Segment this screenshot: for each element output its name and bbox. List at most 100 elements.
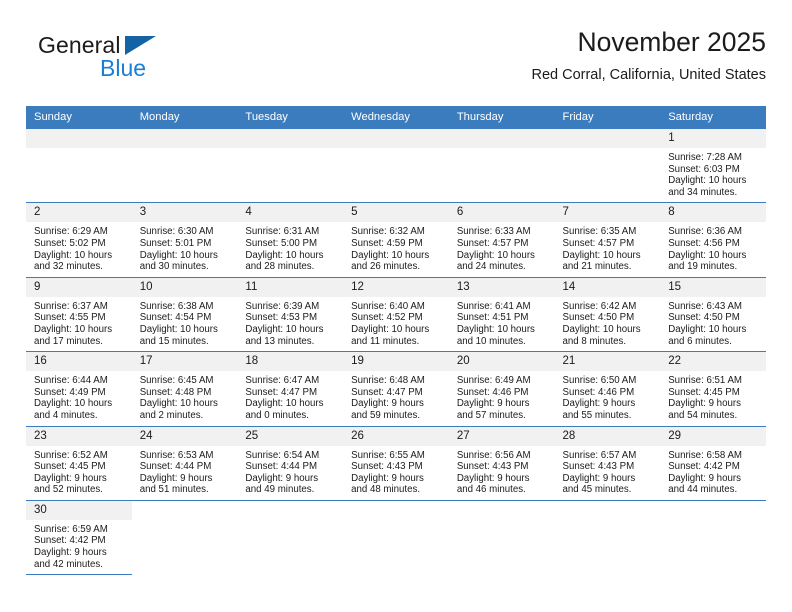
calendar-day-cell[interactable]: 21 Sunrise: 6:50 AM Sunset: 4:46 PM Dayligh… xyxy=(554,351,661,427)
calendar-day-cell[interactable]: 7 Sunrise: 6:35 AM Sunset: 4:57 PM Daylight… xyxy=(554,202,661,278)
calendar-week-row: 30 Sunrise: 6:59 AM Sunset: 4:42 PM Dayligh… xyxy=(26,500,766,576)
calendar-empty-cell xyxy=(448,129,555,204)
day-number: 18 xyxy=(237,352,344,372)
day-number: 7 xyxy=(554,203,661,223)
day-number: 14 xyxy=(554,277,661,297)
calendar-day-cell[interactable]: 28 Sunrise: 6:57 AM Sunset: 4:43 PM Dayligh… xyxy=(554,426,661,501)
calendar-day-cell[interactable]: 14 Sunrise: 6:42 AM Sunset: 4:50 PM Dayligh… xyxy=(554,277,661,353)
sunrise-sunset-calendar: Sunday Monday Tuesday Wednesday Thursday… xyxy=(26,106,766,576)
sunset-time: Sunset: 6:03 PM xyxy=(668,163,740,175)
calendar-day-cell[interactable]: 6 Sunrise: 6:33 AM Sunset: 4:57 PM Daylight… xyxy=(448,202,555,278)
calendar-week-row: 2 Sunrise: 6:29 AM Sunset: 5:02 PM Daylight… xyxy=(26,202,766,278)
daylight-duration-line1: Daylight: 9 hours xyxy=(562,398,636,410)
day-number: 15 xyxy=(660,277,766,297)
calendar-day-cell[interactable]: 8 Sunrise: 6:36 AM Sunset: 4:56 PM Daylight… xyxy=(660,202,766,278)
day-number: 13 xyxy=(448,277,555,297)
daylight-duration-line2: and 48 minutes. xyxy=(351,484,421,496)
calendar-empty-cell xyxy=(237,500,343,574)
day-details: Sunrise: 6:29 AM Sunset: 5:02 PM Daylight:… xyxy=(26,222,132,276)
general-blue-logo[interactable]: General Blue xyxy=(38,32,238,90)
calendar-day-cell[interactable]: 23 Sunrise: 6:52 AM Sunset: 4:45 PM Dayligh… xyxy=(26,426,132,501)
calendar-day-cell[interactable]: 30 Sunrise: 6:59 AM Sunset: 4:42 PM Dayligh… xyxy=(26,500,132,576)
calendar-day-cell[interactable]: 18 Sunrise: 6:47 AM Sunset: 4:47 PM Dayligh… xyxy=(237,351,344,427)
day-details: Sunrise: 6:40 AM Sunset: 4:52 PM Daylight:… xyxy=(343,297,449,351)
calendar-day-cell[interactable]: 16 Sunrise: 6:44 AM Sunset: 4:49 PM Dayligh… xyxy=(26,351,132,427)
daylight-duration-line2: and 54 minutes. xyxy=(668,409,738,421)
day-details: Sunrise: 6:32 AM Sunset: 4:59 PM Daylight:… xyxy=(343,222,449,276)
calendar-day-cell[interactable]: 13 Sunrise: 6:41 AM Sunset: 4:51 PM Dayligh… xyxy=(448,277,555,353)
daylight-duration-line1: Daylight: 10 hours xyxy=(139,323,218,335)
sunrise-time: Sunrise: 6:43 AM xyxy=(668,300,742,312)
calendar-day-cell[interactable]: 12 Sunrise: 6:40 AM Sunset: 4:52 PM Dayligh… xyxy=(343,277,449,353)
calendar-day-cell[interactable]: 1 Sunrise: 7:28 AM Sunset: 6:03 PM Daylight… xyxy=(660,129,766,204)
day-details: Sunrise: 6:42 AM Sunset: 4:50 PM Daylight:… xyxy=(555,297,661,351)
day-details: Sunrise: 6:33 AM Sunset: 4:57 PM Daylight:… xyxy=(449,222,555,276)
daylight-duration-line1: Daylight: 9 hours xyxy=(34,472,107,484)
title-block: November 2025 Red Corral, California, Un… xyxy=(531,27,766,83)
calendar-day-cell[interactable]: 20 Sunrise: 6:49 AM Sunset: 4:46 PM Dayligh… xyxy=(448,351,555,427)
daylight-duration-line1: Daylight: 10 hours xyxy=(245,249,324,261)
daylight-duration-line1: Daylight: 10 hours xyxy=(139,398,218,410)
daylight-duration-line2: and 21 minutes. xyxy=(562,261,632,273)
calendar-empty-cell xyxy=(449,500,555,574)
daylight-duration-line2: and 10 minutes. xyxy=(456,335,526,347)
calendar-day-cell[interactable]: 29 Sunrise: 6:58 AM Sunset: 4:42 PM Dayligh… xyxy=(660,426,766,501)
day-details xyxy=(449,148,555,156)
weekday-header-row: Sunday Monday Tuesday Wednesday Thursday… xyxy=(26,106,766,129)
daylight-duration-line1: Daylight: 10 hours xyxy=(668,175,747,187)
daylight-duration-line2: and 0 minutes. xyxy=(245,409,309,421)
day-details xyxy=(237,148,343,156)
sunrise-time: Sunrise: 6:29 AM xyxy=(34,226,108,238)
day-details xyxy=(343,148,449,156)
daylight-duration-line2: and 13 minutes. xyxy=(245,335,315,347)
daylight-duration-line2: and 44 minutes. xyxy=(668,484,738,496)
sunrise-time: Sunrise: 6:31 AM xyxy=(245,226,320,238)
calendar-day-cell[interactable]: 2 Sunrise: 6:29 AM Sunset: 5:02 PM Daylight… xyxy=(26,202,132,278)
day-details: Sunrise: 6:31 AM Sunset: 5:00 PM Daylight:… xyxy=(237,222,343,276)
day-number xyxy=(449,501,555,520)
day-details: Sunrise: 6:50 AM Sunset: 4:46 PM Daylight:… xyxy=(555,371,661,425)
column-header-friday: Friday xyxy=(554,106,661,129)
daylight-duration-line1: Daylight: 9 hours xyxy=(34,547,107,559)
calendar-day-cell[interactable]: 11 Sunrise: 6:39 AM Sunset: 4:53 PM Dayligh… xyxy=(237,277,344,353)
calendar-day-cell[interactable]: 9 Sunrise: 6:37 AM Sunset: 4:55 PM Daylight… xyxy=(26,277,132,353)
daylight-duration-line2: and 49 minutes. xyxy=(245,484,315,496)
sunrise-time: Sunrise: 6:53 AM xyxy=(139,449,214,461)
day-details: Sunrise: 6:37 AM Sunset: 4:55 PM Daylight:… xyxy=(26,297,132,351)
day-details: Sunrise: 6:36 AM Sunset: 4:56 PM Daylight:… xyxy=(660,222,766,276)
daylight-duration-line1: Daylight: 9 hours xyxy=(351,398,424,410)
daylight-duration-line2: and 52 minutes. xyxy=(34,484,103,496)
day-details: Sunrise: 6:30 AM Sunset: 5:01 PM Daylight:… xyxy=(132,222,238,276)
calendar-day-cell[interactable]: 17 Sunrise: 6:45 AM Sunset: 4:48 PM Dayligh… xyxy=(131,351,238,427)
sunset-time: Sunset: 4:48 PM xyxy=(139,386,212,398)
calendar-day-cell[interactable]: 27 Sunrise: 6:56 AM Sunset: 4:43 PM Dayligh… xyxy=(448,426,555,501)
sunset-time: Sunset: 4:51 PM xyxy=(456,312,529,324)
day-number: 21 xyxy=(554,352,661,372)
calendar-day-cell[interactable]: 10 Sunrise: 6:38 AM Sunset: 4:54 PM Dayligh… xyxy=(131,277,238,353)
daylight-duration-line2: and 19 minutes. xyxy=(668,261,738,273)
sunset-time: Sunset: 5:00 PM xyxy=(245,237,318,249)
sunset-time: Sunset: 4:45 PM xyxy=(34,461,106,473)
daylight-duration-line2: and 51 minutes. xyxy=(139,484,209,496)
calendar-day-cell[interactable]: 25 Sunrise: 6:54 AM Sunset: 4:44 PM Dayligh… xyxy=(237,426,344,501)
calendar-day-cell[interactable]: 26 Sunrise: 6:55 AM Sunset: 4:43 PM Dayligh… xyxy=(343,426,449,501)
column-header-wednesday: Wednesday xyxy=(343,106,449,129)
day-details: Sunrise: 6:38 AM Sunset: 4:54 PM Daylight:… xyxy=(132,297,238,351)
day-details xyxy=(343,520,449,528)
calendar-week-row: 16 Sunrise: 6:44 AM Sunset: 4:49 PM Dayligh… xyxy=(26,351,766,427)
day-number: 8 xyxy=(660,203,766,223)
calendar-day-cell[interactable]: 24 Sunrise: 6:53 AM Sunset: 4:44 PM Dayligh… xyxy=(131,426,238,501)
daylight-duration-line2: and 11 minutes. xyxy=(351,335,420,347)
calendar-day-cell[interactable]: 19 Sunrise: 6:48 AM Sunset: 4:47 PM Dayligh… xyxy=(343,351,449,427)
daylight-duration-line2: and 57 minutes. xyxy=(456,409,526,421)
calendar-day-cell[interactable]: 5 Sunrise: 6:32 AM Sunset: 4:59 PM Daylight… xyxy=(343,202,449,278)
day-details: Sunrise: 6:54 AM Sunset: 4:44 PM Daylight:… xyxy=(237,446,343,500)
calendar-week-row: 9 Sunrise: 6:37 AM Sunset: 4:55 PM Daylight… xyxy=(26,277,766,353)
day-number: 30 xyxy=(26,500,132,520)
daylight-duration-line2: and 8 minutes. xyxy=(562,335,627,347)
calendar-day-cell[interactable]: 15 Sunrise: 6:43 AM Sunset: 4:50 PM Dayligh… xyxy=(660,277,766,353)
sunset-time: Sunset: 5:02 PM xyxy=(34,237,106,249)
calendar-day-cell[interactable]: 4 Sunrise: 6:31 AM Sunset: 5:00 PM Daylight… xyxy=(237,202,344,278)
calendar-day-cell[interactable]: 22 Sunrise: 6:51 AM Sunset: 4:45 PM Dayligh… xyxy=(660,351,766,427)
calendar-day-cell[interactable]: 3 Sunrise: 6:30 AM Sunset: 5:01 PM Daylight… xyxy=(131,202,238,278)
